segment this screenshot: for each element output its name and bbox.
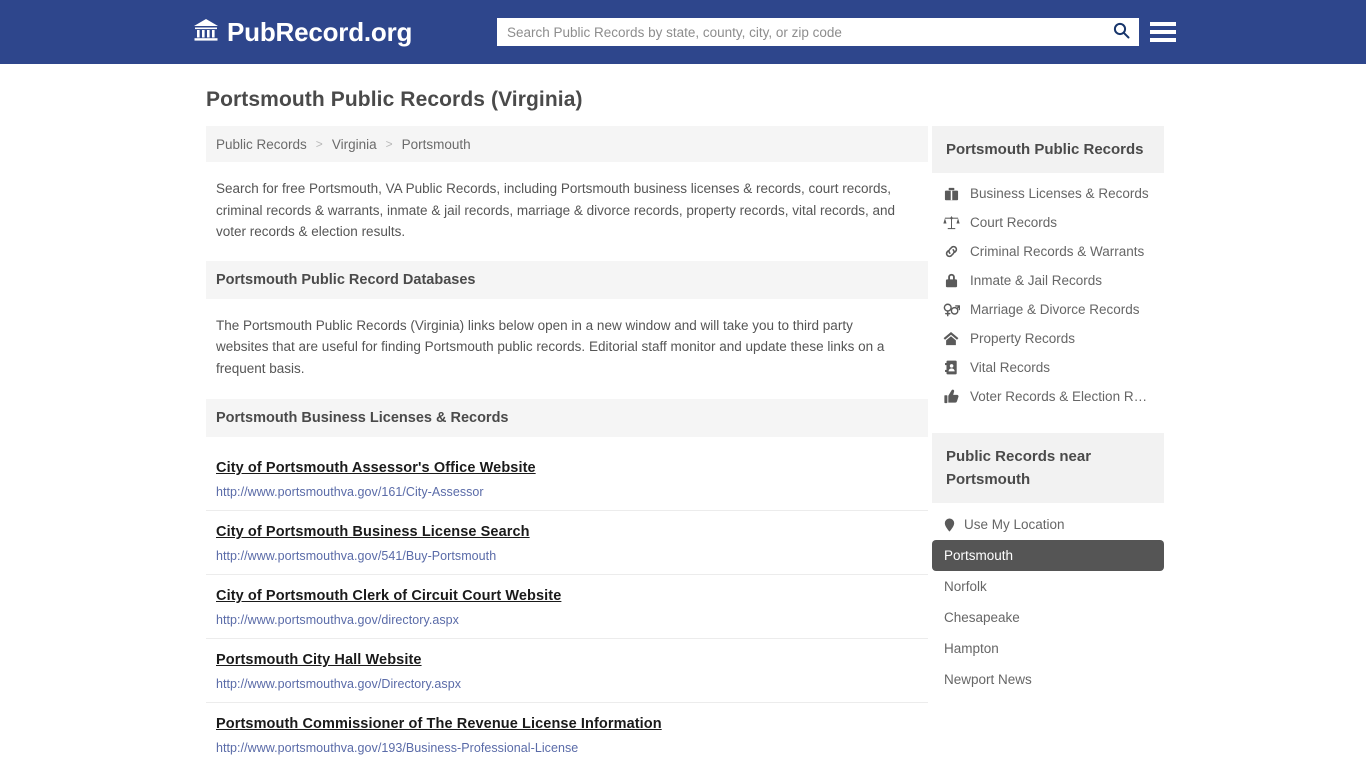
sidebar-item-label: Inmate & Jail Records bbox=[970, 273, 1103, 288]
sidebar-item-label: Court Records bbox=[970, 215, 1058, 230]
sidebar-item-criminal-records[interactable]: Criminal Records & Warrants bbox=[932, 237, 1164, 266]
chain-link-icon bbox=[942, 244, 960, 259]
search-icon bbox=[1113, 22, 1130, 42]
intro-text: Search for free Portsmouth, VA Public Re… bbox=[216, 181, 895, 239]
home-icon bbox=[942, 331, 960, 346]
search-button[interactable] bbox=[1104, 19, 1138, 45]
site-logo[interactable]: PubRecord.org bbox=[193, 17, 412, 48]
nearby-location-newport-news[interactable]: Newport News bbox=[932, 664, 1164, 695]
site-logo-text: PubRecord.org bbox=[227, 16, 413, 47]
sidebar-item-marriage-divorce-records[interactable]: Marriage & Divorce Records bbox=[932, 295, 1164, 324]
nearby-location-label: Portsmouth bbox=[944, 548, 1014, 563]
sidebar-heading-near: Public Records near Portsmouth bbox=[932, 433, 1164, 503]
nearby-locations-list: Use My Location Portsmouth Norfolk Chesa… bbox=[932, 503, 1164, 695]
sidebar-item-label: Property Records bbox=[970, 331, 1076, 346]
sidebar-item-business-licenses[interactable]: Business Licenses & Records bbox=[932, 179, 1164, 208]
list-item: Portsmouth City Hall Website http://www.… bbox=[206, 638, 928, 702]
breadcrumb: Public Records > Virginia > Portsmouth bbox=[206, 126, 928, 162]
sidebar-item-property-records[interactable]: Property Records bbox=[932, 324, 1164, 353]
sidebar-item-vital-records[interactable]: Vital Records bbox=[932, 353, 1164, 382]
nearby-location-label: Hampton bbox=[944, 641, 999, 656]
record-link-title[interactable]: City of Portsmouth Clerk of Circuit Cour… bbox=[216, 588, 561, 604]
sidebar-heading-records: Portsmouth Public Records bbox=[932, 126, 1164, 173]
sidebar-item-inmate-jail-records[interactable]: Inmate & Jail Records bbox=[932, 266, 1164, 295]
hamburger-bar bbox=[1150, 30, 1176, 34]
nearby-location-hampton[interactable]: Hampton bbox=[932, 633, 1164, 664]
nearby-location-label: Newport News bbox=[944, 672, 1032, 687]
sidebar-item-court-records[interactable]: Court Records bbox=[932, 208, 1164, 237]
site-header: PubRecord.org bbox=[0, 0, 1366, 64]
hamburger-bar bbox=[1150, 38, 1176, 42]
databases-description: The Portsmouth Public Records (Virginia)… bbox=[216, 317, 885, 376]
map-pin-icon bbox=[944, 517, 955, 532]
section-heading-databases: Portsmouth Public Record Databases bbox=[206, 260, 928, 299]
record-link-url[interactable]: http://www.portsmouthva.gov/directory.as… bbox=[216, 613, 918, 627]
sidebar-record-categories: Business Licenses & Records Court Record… bbox=[932, 173, 1164, 411]
balance-scale-icon bbox=[942, 215, 960, 230]
sidebar-item-label: Marriage & Divorce Records bbox=[970, 302, 1140, 317]
sidebar: Portsmouth Public Records Business Licen… bbox=[932, 126, 1164, 768]
record-link-url[interactable]: http://www.portsmouthva.gov/Directory.as… bbox=[216, 677, 918, 691]
sidebar-item-label: Business Licenses & Records bbox=[970, 186, 1149, 201]
nearby-location-chesapeake[interactable]: Chesapeake bbox=[932, 602, 1164, 633]
sidebar-item-label: Voter Records & Election R… bbox=[970, 389, 1148, 404]
list-item: Portsmouth Commissioner of The Revenue L… bbox=[206, 702, 928, 766]
sidebar-item-label: Criminal Records & Warrants bbox=[970, 244, 1145, 259]
record-link-title[interactable]: City of Portsmouth Assessor's Office Web… bbox=[216, 460, 536, 476]
venus-mars-icon bbox=[942, 302, 960, 317]
nearby-location-portsmouth[interactable]: Portsmouth bbox=[932, 540, 1164, 571]
record-link-title[interactable]: Portsmouth Commissioner of The Revenue L… bbox=[216, 716, 662, 732]
lock-icon bbox=[942, 273, 960, 288]
page-title: Portsmouth Public Records (Virginia) bbox=[206, 88, 583, 111]
record-link-list: City of Portsmouth Assessor's Office Web… bbox=[206, 447, 928, 766]
search-bar[interactable] bbox=[497, 18, 1139, 46]
use-my-location-button[interactable]: Use My Location bbox=[932, 509, 1164, 540]
search-input[interactable] bbox=[498, 19, 1104, 45]
hamburger-menu-icon[interactable] bbox=[1150, 18, 1176, 46]
record-link-title[interactable]: City of Portsmouth Business License Sear… bbox=[216, 524, 530, 540]
bank-icon bbox=[193, 18, 219, 47]
breadcrumb-item-virginia[interactable]: Virginia bbox=[332, 137, 377, 152]
use-my-location-label: Use My Location bbox=[964, 517, 1065, 532]
thumbs-up-icon bbox=[942, 389, 960, 404]
record-link-title[interactable]: Portsmouth City Hall Website bbox=[216, 652, 422, 668]
record-link-url[interactable]: http://www.portsmouthva.gov/541/Buy-Port… bbox=[216, 549, 918, 563]
breadcrumb-separator: > bbox=[315, 137, 323, 151]
nearby-location-label: Chesapeake bbox=[944, 610, 1020, 625]
sidebar-item-voter-records[interactable]: Voter Records & Election R… bbox=[932, 382, 1164, 411]
nearby-location-norfolk[interactable]: Norfolk bbox=[932, 571, 1164, 602]
breadcrumb-item-public-records[interactable]: Public Records bbox=[216, 137, 307, 152]
record-link-url[interactable]: http://www.portsmouthva.gov/161/City-Ass… bbox=[216, 485, 918, 499]
list-item: City of Portsmouth Business License Sear… bbox=[206, 510, 928, 574]
list-item: City of Portsmouth Assessor's Office Web… bbox=[206, 447, 928, 510]
briefcase-icon bbox=[942, 187, 960, 201]
record-link-url[interactable]: http://www.portsmouthva.gov/193/Business… bbox=[216, 741, 918, 755]
address-book-icon bbox=[942, 360, 960, 375]
hamburger-bar bbox=[1150, 22, 1176, 26]
sidebar-item-label: Vital Records bbox=[970, 360, 1051, 375]
breadcrumb-item-portsmouth: Portsmouth bbox=[401, 136, 471, 152]
breadcrumb-separator: > bbox=[385, 137, 393, 151]
section-heading-business-licenses: Portsmouth Business Licenses & Records bbox=[206, 399, 928, 437]
list-item: City of Portsmouth Clerk of Circuit Cour… bbox=[206, 574, 928, 638]
main-content: Public Records > Virginia > Portsmouth S… bbox=[198, 126, 928, 768]
nearby-location-label: Norfolk bbox=[944, 579, 987, 594]
page-body: Portsmouth Public Records (Virginia) Pub… bbox=[0, 64, 1366, 768]
